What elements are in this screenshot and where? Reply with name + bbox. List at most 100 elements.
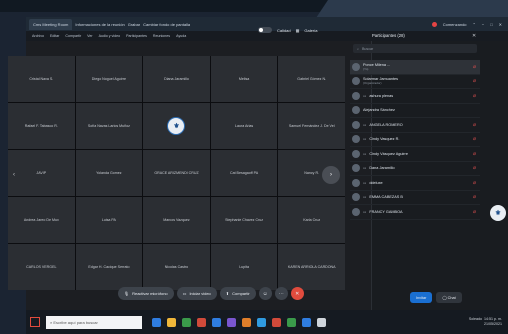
more-icon[interactable]: ⋯ xyxy=(274,287,288,300)
participant-tile[interactable]: Diego Noguel Aguirre xyxy=(75,56,143,102)
participant-row[interactable]: ▭ ANGELA ROMERO ⌀ xyxy=(350,118,480,133)
participant-tile-logo[interactable]: ⚜ xyxy=(143,103,210,149)
participant-tile[interactable]: Karla Cruz xyxy=(278,197,345,243)
menu-compartir[interactable]: Compartir xyxy=(65,34,81,38)
taskbar-app-icon[interactable] xyxy=(182,317,191,327)
participant-row[interactable]: ▭ Cindy Vásquez Aguirre ⌀ xyxy=(350,147,480,162)
participant-tile[interactable]: Melisa xyxy=(210,56,278,102)
mic-muted-icon: ⌀ xyxy=(472,78,476,85)
avatar xyxy=(352,164,360,173)
taskbar-app-icon[interactable] xyxy=(272,317,281,327)
taskbar-app-icon[interactable] xyxy=(212,317,221,327)
leave-icon[interactable]: ✕ xyxy=(290,287,304,300)
taskbar: ⌕ Escribe aquí para buscar Soleado 14:51… xyxy=(26,310,508,334)
taskbar-search-input[interactable]: ⌕ Escribe aquí para buscar xyxy=(46,315,142,329)
clock-date: 21/05/2021 xyxy=(484,322,502,326)
weather-label: Soleado xyxy=(468,317,483,321)
unmute-button[interactable]: 🎙 Reactivar micrófono xyxy=(118,287,174,300)
participant-tile[interactable]: Andrea Jareo De Mux xyxy=(8,197,75,243)
taskbar-app-icon[interactable] xyxy=(167,317,176,327)
participant-tile[interactable]: Gabriel Gómez N. xyxy=(278,56,345,102)
tab-meeting[interactable]: Cms Meeting Room xyxy=(29,18,73,30)
participant-tile[interactable]: Nicolas Castro xyxy=(143,244,210,290)
stage-controls: Calidad ▦ Galería xyxy=(258,27,317,33)
taskbar-app-icon[interactable] xyxy=(152,317,161,327)
close-icon[interactable]: ✕ xyxy=(499,22,502,27)
menu-ver[interactable]: Ver xyxy=(87,34,92,38)
menu-archivo[interactable]: Archivo xyxy=(32,34,44,38)
participant-tile[interactable]: Yolanda Gomez xyxy=(75,150,143,196)
participant-tile[interactable]: KAREN ARRIOLA CARDONA xyxy=(278,244,345,290)
taskbar-app-icon[interactable] xyxy=(197,317,206,327)
video-off-icon: ▭ xyxy=(182,291,187,296)
participant-tile[interactable]: Rafael F. Tabasco R. xyxy=(8,103,75,149)
window-controls: Comenzando ⌃ − □ ✕ xyxy=(431,21,508,27)
participant-tile[interactable]: Cristal Nava S. xyxy=(8,56,75,102)
taskbar-app-icon[interactable] xyxy=(227,317,236,327)
participant-tile[interactable]: JAVIP xyxy=(8,150,75,196)
participant-row[interactable]: ▭ EMMA CABEZAS B ⌀ xyxy=(350,191,480,205)
minimize-icon[interactable]: − xyxy=(482,22,484,27)
quality-label: Calidad xyxy=(277,27,291,33)
video-off-icon: ▭ xyxy=(363,209,367,214)
share-icon: ⬆ xyxy=(225,291,230,296)
reactions-icon[interactable]: ☺ xyxy=(258,287,272,300)
system-tray: Soleado 14:51 p. m. 21/05/2021 xyxy=(469,317,502,327)
participant-tile[interactable]: Stephanie Chavez Cruz xyxy=(210,197,278,243)
view-label[interactable]: Galería xyxy=(304,28,317,33)
search-icon: ⌕ xyxy=(357,46,360,51)
participant-tile[interactable]: Lupita xyxy=(210,244,278,290)
start-video-button[interactable]: ▭ Iniciar video xyxy=(176,287,217,300)
share-button[interactable]: ⬆ Compartir xyxy=(219,287,256,300)
grid-view-icon[interactable]: ▦ xyxy=(296,28,300,33)
avatar xyxy=(352,62,360,71)
participant-search-input[interactable]: ⌕ Buscar xyxy=(353,44,477,53)
participant-row[interactable]: ▭ FRANCY GAMBOA ⌀ xyxy=(350,205,480,220)
participant-row[interactable]: ▭ ddeluxe ⌀ xyxy=(350,176,480,191)
participant-tile[interactable]: Laura Arias xyxy=(210,103,278,149)
participant-tile[interactable]: Cat Besagaoff PA xyxy=(210,150,278,196)
participant-tile[interactable]: GRACE ARIZMENDI CRUZ xyxy=(143,150,210,196)
taskbar-app-icon[interactable] xyxy=(302,317,311,327)
participant-tile[interactable]: Sofía Navas Larios Muñoz xyxy=(75,103,143,149)
recording-label: Comenzando xyxy=(442,21,467,27)
collapse-icon[interactable]: ⌃ xyxy=(473,22,476,27)
participant-tile[interactable]: CARLOS VERGEL xyxy=(8,244,75,290)
avatar xyxy=(352,149,360,158)
participant-tile[interactable]: Samuel Fernández J. De Vel xyxy=(278,103,345,149)
maximize-icon[interactable]: □ xyxy=(490,22,492,27)
participant-row[interactable]: ▭ Dana Jaramillo ⌀ xyxy=(350,162,480,176)
tab-info[interactable]: Informaciones de la reunión xyxy=(75,19,124,30)
menu-participantes[interactable]: Participantes xyxy=(126,34,147,38)
participant-row[interactable]: ▭ Cindy Vasquez R. ⌀ xyxy=(350,133,480,147)
participant-row[interactable]: Alejandra Sánchez xyxy=(350,104,480,118)
clock-time: 14:51 p. m. xyxy=(484,317,502,321)
avatar xyxy=(352,135,360,144)
menu-editar[interactable]: Editar xyxy=(50,34,59,38)
participant-tile[interactable]: Edgar H. Cacique Serrato xyxy=(75,244,143,290)
video-off-icon: ▭ xyxy=(363,151,367,156)
tab-background[interactable]: Cambiar fondo de pantalla xyxy=(143,19,190,30)
menu-audio-video[interactable]: Audio y video xyxy=(99,34,121,38)
next-page-icon[interactable]: › xyxy=(322,166,340,184)
menu-reuniones[interactable]: Reuniones xyxy=(153,34,170,38)
taskbar-apps xyxy=(152,317,326,327)
menu-ayuda[interactable]: Ayuda xyxy=(176,34,186,38)
quality-toggle[interactable] xyxy=(258,27,272,33)
participant-tile[interactable]: Diana Jaramillo xyxy=(143,56,210,102)
taskbar-app-icon[interactable] xyxy=(287,317,296,327)
start-icon[interactable] xyxy=(30,317,40,327)
taskbar-app-icon[interactable] xyxy=(257,317,266,327)
taskbar-app-icon[interactable] xyxy=(242,317,251,327)
participant-row[interactable]: ▭ ashura plenas ⌀ xyxy=(350,89,480,104)
taskbar-app-icon[interactable] xyxy=(317,317,326,327)
tab-record[interactable]: Grabar xyxy=(128,19,140,30)
invite-button[interactable]: Invitar xyxy=(410,292,433,303)
panel-close-icon[interactable]: ✕ xyxy=(472,33,476,39)
participant-row[interactable]: Solarmar Jamuantes (Organizador) ⌀ xyxy=(350,75,480,89)
chat-button[interactable]: ◯ Chat xyxy=(436,292,462,303)
prev-page-icon[interactable]: ‹ xyxy=(13,172,15,178)
participant-row[interactable]: Ponce Milena ... (Yo) ⌀ xyxy=(350,60,480,75)
participant-tile[interactable]: Luisa PA xyxy=(75,197,143,243)
participant-tile[interactable]: Marcos Vazquez xyxy=(143,197,210,243)
